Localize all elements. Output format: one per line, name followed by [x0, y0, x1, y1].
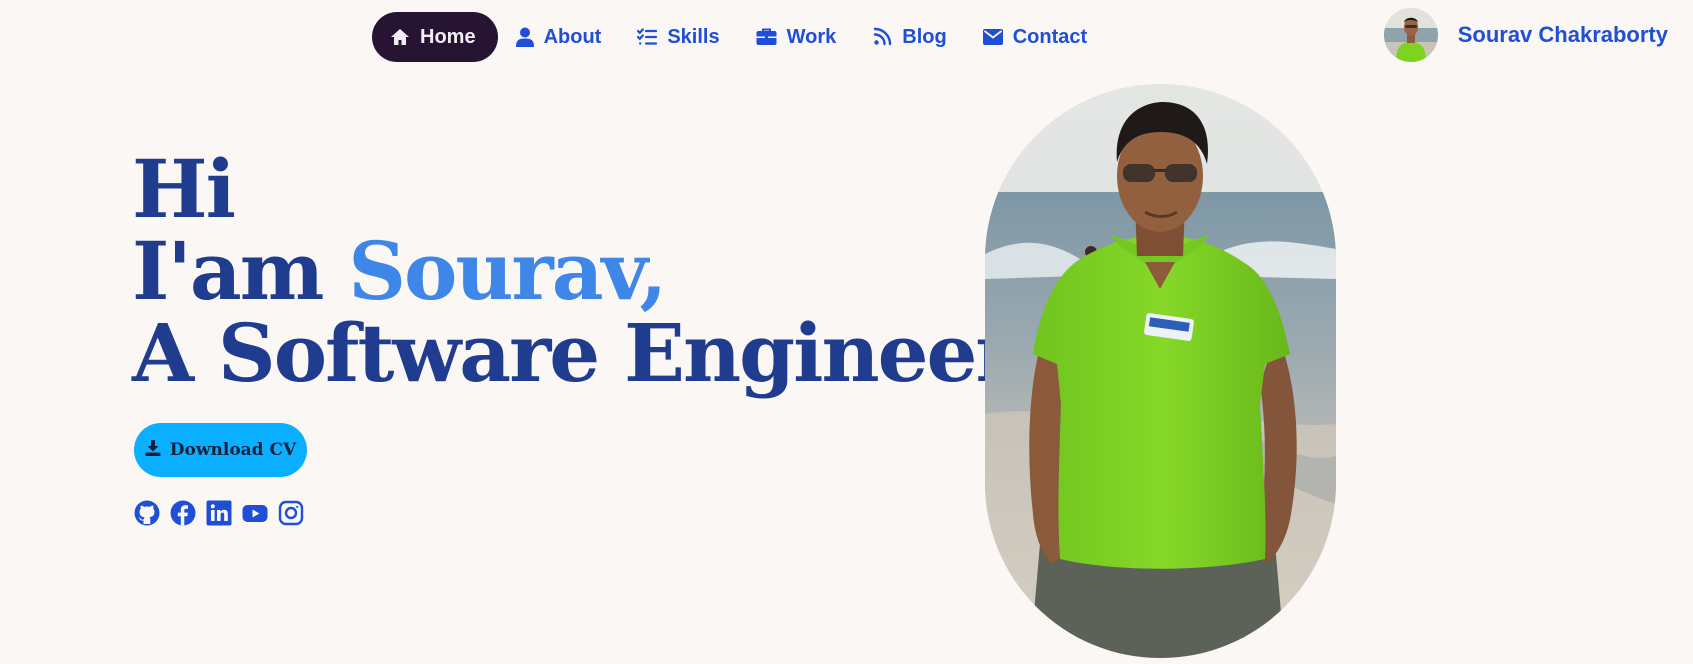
youtube-icon[interactable] — [242, 500, 268, 526]
nav-item-label: Home — [420, 25, 476, 48]
nav-item-label: About — [543, 25, 602, 48]
portrait-photo — [985, 84, 1336, 658]
nav-item-label: Contact — [1012, 25, 1088, 48]
download-cv-button[interactable]: Download CV — [134, 423, 307, 477]
briefcase-icon — [756, 28, 777, 46]
nav-item-skills[interactable]: Skills — [619, 12, 737, 62]
linkedin-icon[interactable] — [206, 500, 232, 526]
hero-name: Sourav, — [348, 224, 667, 318]
facebook-icon[interactable] — [170, 500, 196, 526]
github-icon[interactable] — [134, 500, 160, 526]
instagram-icon[interactable] — [278, 500, 304, 526]
nav-item-label: Skills — [667, 25, 720, 48]
hero-title: A Software Engineer. — [132, 306, 1036, 400]
social-links — [134, 500, 304, 526]
nav-item-work[interactable]: Work — [738, 12, 855, 62]
nav-item-about[interactable]: About — [498, 12, 620, 62]
profile-avatar — [1383, 8, 1438, 62]
envelope-icon — [982, 29, 1003, 45]
profile-name: Sourav Chakraborty — [1457, 22, 1668, 47]
download-cv-label: Download CV — [169, 440, 297, 460]
profile-link[interactable]: Sourav Chakraborty — [1383, 8, 1668, 62]
nav-item-blog[interactable]: Blog — [854, 12, 964, 62]
download-icon — [145, 439, 161, 461]
nav-item-home[interactable]: Home — [372, 12, 498, 62]
main-nav: Home About Skills Work Blog Contact — [372, 12, 1105, 62]
hero-intro: I'am Sourav, — [132, 230, 1034, 312]
hero-greeting: Hi — [132, 142, 236, 236]
checklist-icon — [637, 28, 658, 46]
hero-heading: Hi I'am Sourav, A Software Engineer. — [132, 142, 1036, 400]
nav-item-label: Blog — [902, 25, 947, 48]
nav-item-label: Work — [786, 25, 837, 48]
rss-icon — [872, 27, 892, 47]
nav-item-contact[interactable]: Contact — [965, 12, 1105, 62]
home-icon — [390, 28, 410, 46]
user-icon — [515, 27, 534, 47]
hero-intro-prefix: I'am — [132, 224, 349, 318]
